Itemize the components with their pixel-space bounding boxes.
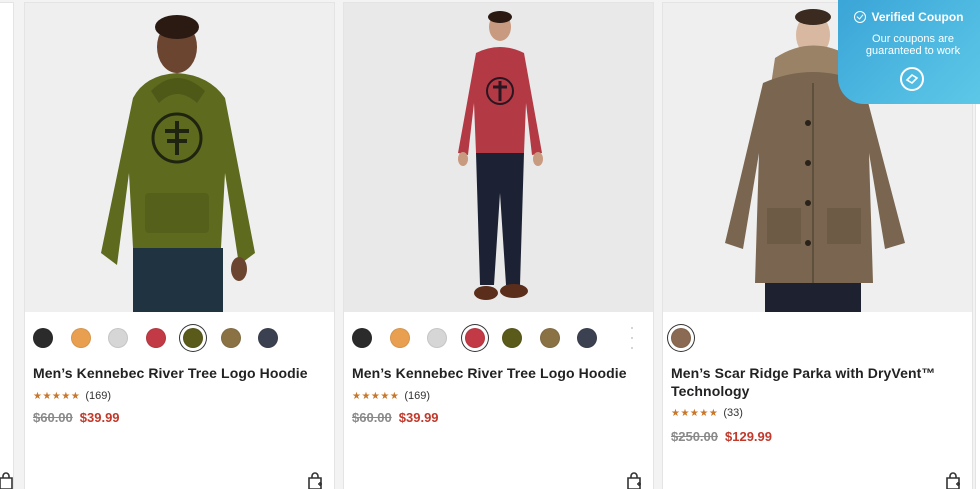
product-card-partial-left[interactable] [0,2,14,489]
rating: ★★★★★ (33) [671,407,743,419]
rating-stars-icon: ★★★★★ [671,407,719,419]
coupon-title-text: Verified Coupon [871,10,964,24]
more-colors-icon[interactable] [631,327,635,349]
sale-price: $129.99 [725,429,772,444]
color-swatch[interactable] [108,328,128,348]
color-swatch[interactable] [464,328,485,348]
product-title[interactable]: Men’s Kennebec River Tree Logo Hoodie [352,364,647,382]
product-card[interactable]: Men’s Kennebec River Tree Logo Hoodie ★★… [343,2,654,489]
product-image[interactable] [25,3,334,312]
color-swatches [671,323,709,353]
color-swatches [352,323,615,353]
sale-price: $39.99 [398,410,439,425]
color-swatch[interactable] [577,328,597,348]
shopping-bag-icon[interactable] [625,472,643,489]
color-swatch[interactable] [220,328,241,348]
check-circle-icon [854,11,867,23]
shopping-bag-icon[interactable] [944,472,962,489]
color-swatch[interactable] [145,328,166,348]
color-swatch[interactable] [671,328,691,348]
review-count: (33) [723,407,743,419]
shopping-bag-icon[interactable] [0,472,14,489]
price: $60.00 $39.99 [352,410,439,425]
price: $250.00 $129.99 [671,429,772,444]
product-image[interactable] [344,3,653,312]
shopping-bag-icon[interactable] [306,472,324,489]
verified-coupon-banner[interactable]: Verified Coupon Our coupons are guarante… [838,0,980,104]
color-swatch[interactable] [183,328,203,348]
original-price: $60.00 [33,410,73,425]
original-price: $60.00 [352,410,392,425]
price: $60.00 $39.99 [33,410,120,425]
review-count: (169) [85,390,112,402]
product-title[interactable]: Men’s Scar Ridge Parka with DryVent™ Tec… [671,364,966,400]
color-swatch[interactable] [389,328,410,348]
color-swatch[interactable] [539,328,560,348]
color-swatches [33,323,296,353]
color-swatch[interactable] [258,328,278,348]
sale-price: $39.99 [79,410,120,425]
product-card[interactable]: Men’s Kennebec River Tree Logo Hoodie ★★… [24,2,335,489]
product-title[interactable]: Men’s Kennebec River Tree Logo Hoodie [33,364,328,382]
original-price: $250.00 [671,429,718,444]
coupon-title: Verified Coupon [838,10,980,24]
color-swatch[interactable] [427,328,447,348]
color-swatch[interactable] [352,328,372,348]
rating-stars-icon: ★★★★★ [33,390,81,402]
rating-stars-icon: ★★★★★ [352,390,400,402]
rating: ★★★★★ (169) [352,390,430,402]
color-swatch[interactable] [33,328,53,348]
rating: ★★★★★ (169) [33,390,111,402]
coupon-logo-icon[interactable] [900,67,924,91]
color-swatch[interactable] [70,328,91,348]
coupon-subtitle: Our coupons are guaranteed to work [865,33,961,57]
review-count: (169) [404,390,431,402]
color-swatch[interactable] [502,328,522,348]
